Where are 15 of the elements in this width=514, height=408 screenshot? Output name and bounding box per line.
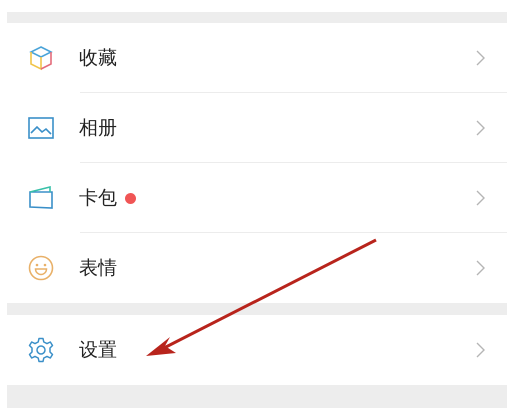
menu-label: 收藏	[79, 46, 117, 71]
image-icon	[28, 117, 54, 139]
cube-icon	[28, 45, 54, 71]
settings-icon	[28, 337, 54, 363]
chevron-icon	[476, 260, 485, 276]
chevron-icon	[476, 50, 485, 66]
menu-label: 表情	[79, 256, 117, 281]
wallet-icon	[28, 186, 54, 210]
chevron-icon	[476, 190, 485, 206]
menu-label: 卡包	[79, 186, 117, 211]
chevron-icon	[476, 120, 485, 136]
chevron-icon	[476, 342, 485, 358]
menu-label: 相册	[79, 116, 117, 141]
menu-label: 设置	[79, 338, 117, 363]
smiley-icon	[28, 255, 54, 281]
